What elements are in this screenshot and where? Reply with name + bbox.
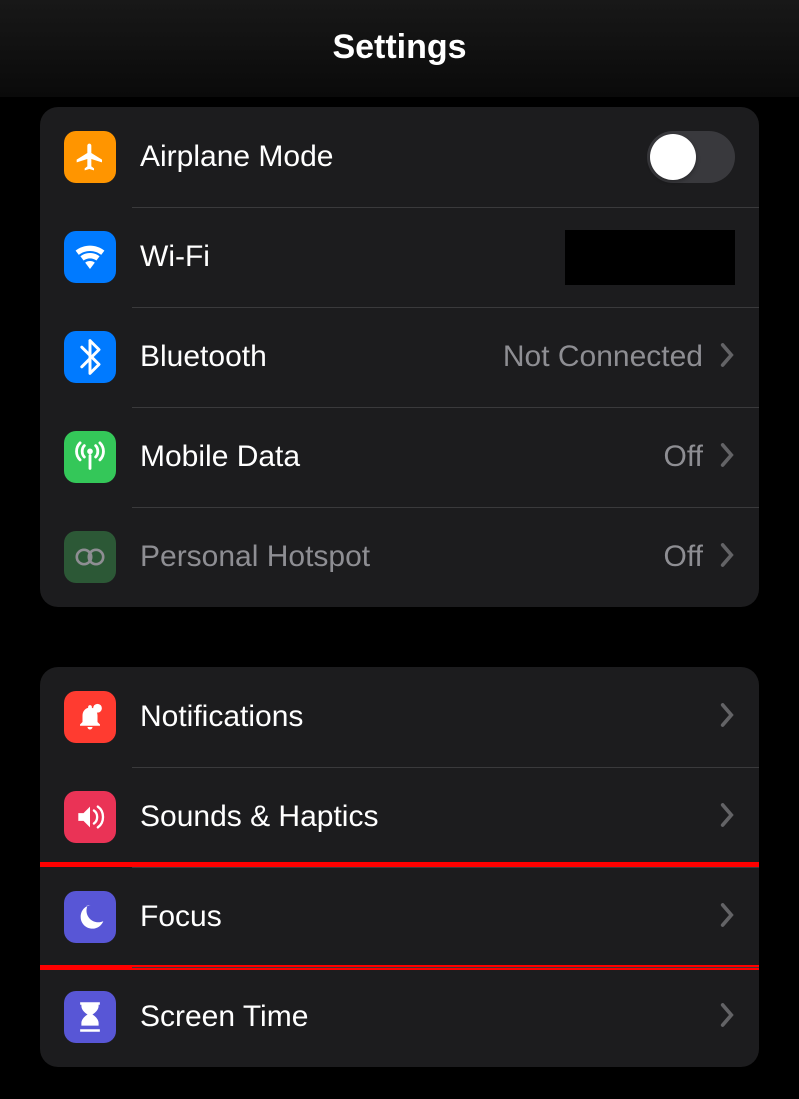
page-title: Settings [0,28,799,67]
settings-group-general: Notifications Sounds & Haptics Focus [40,667,759,1067]
wifi-value-redacted [565,230,735,285]
chevron-right-icon [719,902,735,933]
chevron-right-icon [719,542,735,573]
row-label: Airplane Mode [140,140,647,174]
row-label: Mobile Data [140,440,664,474]
antenna-icon [64,431,116,483]
row-label: Screen Time [140,1000,713,1034]
row-mobile-data[interactable]: Mobile Data Off [40,407,759,507]
sounds-icon [64,791,116,843]
row-value: Not Connected [503,340,703,374]
moon-icon [64,891,116,943]
chevron-right-icon [719,1002,735,1033]
row-label: Sounds & Haptics [140,800,713,834]
chevron-right-icon [719,442,735,473]
row-focus[interactable]: Focus [40,867,759,967]
row-sounds[interactable]: Sounds & Haptics [40,767,759,867]
hourglass-icon [64,991,116,1043]
row-screen-time[interactable]: Screen Time [40,967,759,1067]
row-label: Bluetooth [140,340,503,374]
bluetooth-icon [64,331,116,383]
row-label: Personal Hotspot [140,540,664,574]
airplane-icon [64,131,116,183]
row-airplane-mode[interactable]: Airplane Mode [40,107,759,207]
row-wifi[interactable]: Wi-Fi [40,207,759,307]
row-bluetooth[interactable]: Bluetooth Not Connected [40,307,759,407]
chevron-right-icon [719,342,735,373]
row-label: Notifications [140,700,713,734]
toggle-knob [650,134,696,180]
row-value: Off [664,540,703,574]
row-notifications[interactable]: Notifications [40,667,759,767]
chevron-right-icon [719,702,735,733]
wifi-icon [64,231,116,283]
content: Airplane Mode Wi-Fi Bluetooth Not Connec… [0,97,799,1067]
header: Settings [0,0,799,97]
row-label: Wi-Fi [140,240,565,274]
hotspot-icon [64,531,116,583]
settings-group-connectivity: Airplane Mode Wi-Fi Bluetooth Not Connec… [40,107,759,607]
row-value: Off [664,440,703,474]
airplane-toggle[interactable] [647,131,735,183]
row-label: Focus [140,900,713,934]
row-personal-hotspot[interactable]: Personal Hotspot Off [40,507,759,607]
chevron-right-icon [719,802,735,833]
notifications-icon [64,691,116,743]
